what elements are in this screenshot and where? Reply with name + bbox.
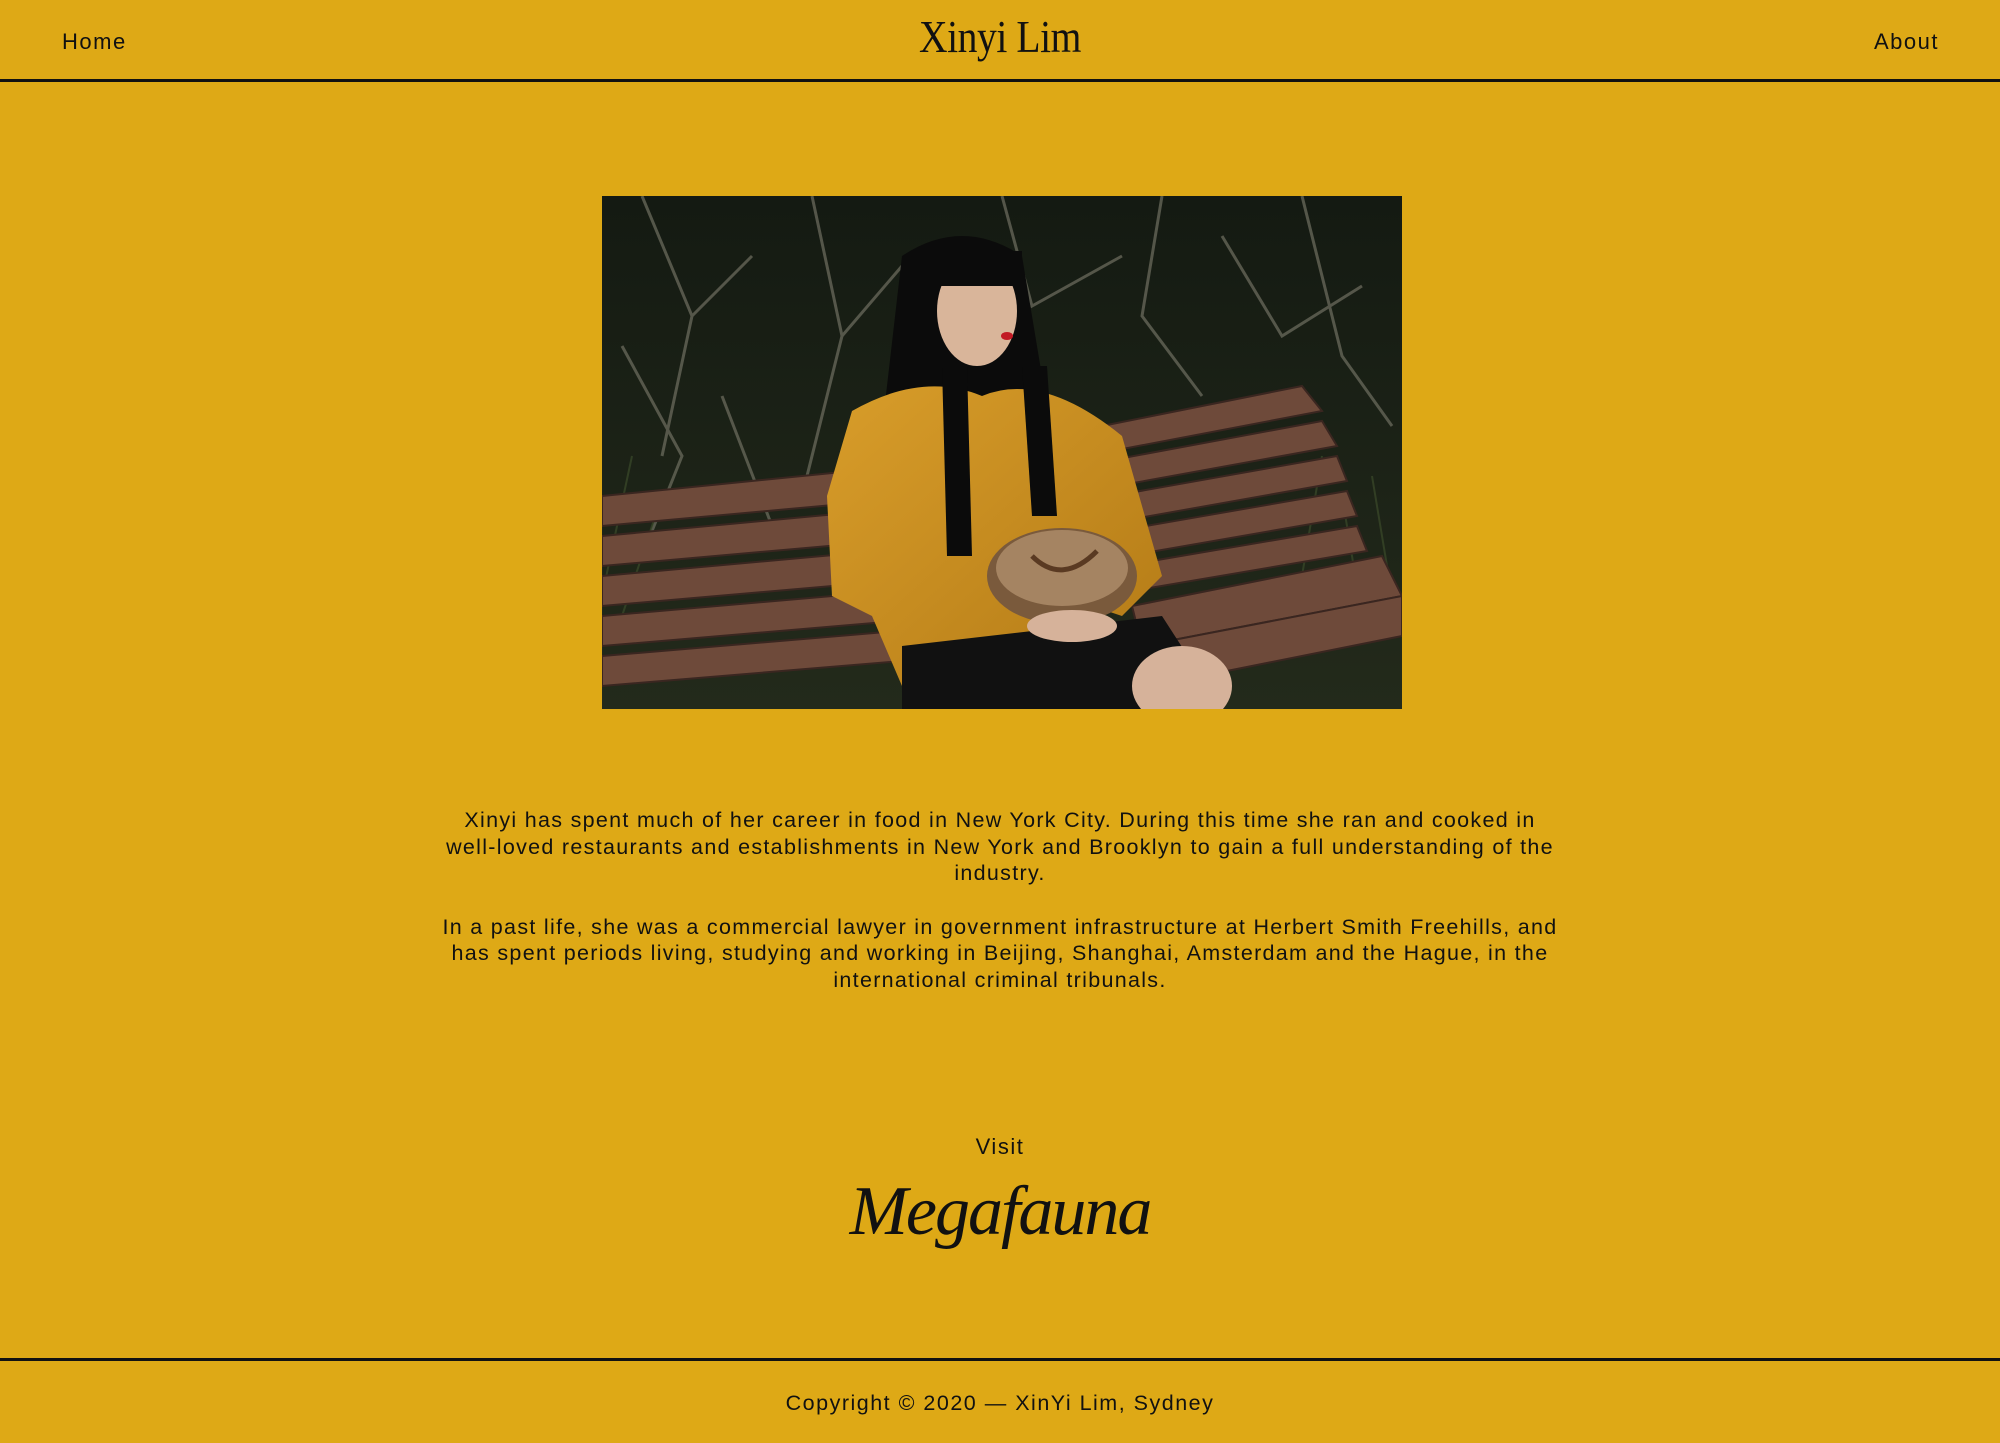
site-header: Home Xinyi Lim About [0, 0, 2000, 82]
bio-paragraph: In a past life, she was a commercial law… [442, 914, 1558, 992]
megafauna-link[interactable]: Megafauna [0, 1172, 2000, 1252]
site-logo-wordmark[interactable]: Xinyi Lim [140, 10, 1860, 63]
nav-home-link[interactable]: Home [62, 29, 127, 55]
copyright-text: Copyright © 2020 — XinYi Lim, Sydney [785, 1391, 1215, 1415]
portrait-photo [602, 196, 1402, 709]
bio-paragraph: Xinyi has spent much of her career in fo… [446, 808, 1554, 885]
site-footer: Copyright © 2020 — XinYi Lim, Sydney [0, 1358, 2000, 1443]
visit-label: Visit [975, 1134, 1025, 1159]
portrait-illustration [602, 196, 1402, 709]
nav-about-link[interactable]: About [1874, 29, 1939, 55]
bio-section: Xinyi has spent much of her career in fo… [440, 807, 1560, 1020]
